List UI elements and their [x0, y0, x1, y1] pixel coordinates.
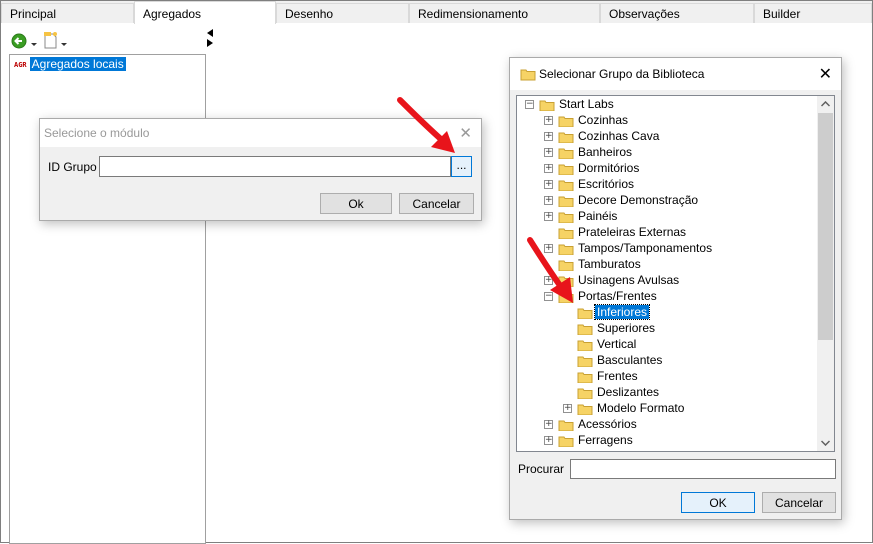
folder-icon	[558, 148, 574, 159]
new-document-icon[interactable]	[43, 31, 59, 52]
tree-node-label: Dormitórios	[578, 161, 640, 175]
folder-icon	[577, 404, 593, 415]
collapse-icon[interactable]: −	[525, 100, 534, 109]
folder-icon	[577, 388, 593, 399]
id-group-label: ID Grupo	[48, 160, 97, 174]
tree-node-label: Ferragens	[578, 433, 633, 447]
red-annotation-arrow	[397, 97, 455, 153]
expand-icon[interactable]: +	[544, 148, 553, 157]
tab-desenho[interactable]: Desenho	[276, 3, 409, 23]
tree-node-label: Banheiros	[578, 145, 633, 159]
tree-node[interactable]: + Dormitórios	[517, 161, 817, 177]
expand-icon[interactable]: +	[544, 436, 553, 445]
tree-node[interactable]: + Cozinhas Cava	[517, 129, 817, 145]
folder-icon	[577, 372, 593, 383]
folder-icon	[558, 132, 574, 143]
tree-node-label: Superiores	[597, 321, 656, 335]
dropdown-arrow-icon[interactable]	[61, 37, 67, 51]
folder-icon	[558, 196, 574, 207]
expand-icon[interactable]: +	[544, 180, 553, 189]
tree-node-label: Cozinhas Cava	[578, 129, 660, 143]
scrollbar-thumb[interactable]	[818, 113, 833, 340]
folder-icon	[520, 68, 536, 84]
folder-icon	[577, 356, 593, 367]
tree-node-label: Vertical	[597, 337, 637, 351]
splitter-arrows[interactable]	[205, 29, 217, 49]
tree-node[interactable]: Vertical	[517, 337, 817, 353]
tree-node[interactable]: − Start Labs	[517, 97, 817, 113]
expand-icon[interactable]: +	[544, 164, 553, 173]
agr-tag: AGR	[14, 60, 27, 69]
tree-node-label: Decore Demonstração	[578, 193, 699, 207]
expand-icon[interactable]: +	[544, 196, 553, 205]
tree-node[interactable]: + Modelo Formato	[517, 401, 817, 417]
tree-node[interactable]: Basculantes	[517, 353, 817, 369]
folder-icon	[558, 164, 574, 175]
expand-icon[interactable]: +	[544, 132, 553, 141]
folder-icon	[539, 100, 555, 111]
search-label: Procurar	[518, 462, 565, 476]
folder-icon	[558, 436, 574, 447]
back-arrow-icon[interactable]	[11, 33, 27, 52]
expand-icon[interactable]: +	[563, 404, 572, 413]
tree-node[interactable]: + Cozinhas	[517, 113, 817, 129]
tree-node-label: Escritórios	[578, 177, 635, 191]
tree-node-label: Painéis	[578, 209, 618, 223]
tree-node[interactable]: Deslizantes	[517, 385, 817, 401]
toolbar	[9, 31, 69, 51]
local-aggregates-item[interactable]: AGR Agregados locais	[14, 57, 126, 71]
tree-node-label: Start Labs	[559, 97, 614, 111]
folder-icon	[577, 340, 593, 351]
ok-button[interactable]: Ok	[320, 193, 392, 214]
tree-node[interactable]: + Ferragens	[517, 433, 817, 449]
tree-node-label: Deslizantes	[597, 385, 660, 399]
tree-node-label: Usinagens Avulsas	[578, 273, 680, 287]
folder-icon	[558, 180, 574, 191]
tab-bar: Principal Agregados Desenho Redimensiona…	[1, 1, 872, 24]
tree-node-label: Tampos/Tamponamentos	[578, 241, 713, 255]
local-aggregates-label: Agregados locais	[29, 57, 126, 71]
tree-node-label: Inferiores	[593, 304, 651, 320]
tree-node-label: Portas/Frentes	[578, 289, 657, 303]
search-input[interactable]	[570, 459, 836, 479]
tab-builder[interactable]: Builder	[754, 3, 872, 23]
tree-node[interactable]: + Escritórios	[517, 177, 817, 193]
tree-node-label: Frentes	[597, 369, 638, 383]
tab-observacoes[interactable]: Observações	[600, 3, 754, 23]
tree-node[interactable]: + Acessórios	[517, 417, 817, 433]
folder-icon	[558, 116, 574, 127]
tab-redimensionamento[interactable]: Redimensionamento	[409, 3, 600, 23]
expand-icon[interactable]: +	[544, 420, 553, 429]
dropdown-arrow-icon[interactable]	[31, 37, 37, 51]
tree-node-label: Basculantes	[597, 353, 663, 367]
tree-node[interactable]: Frentes	[517, 369, 817, 385]
folder-icon	[558, 420, 574, 431]
tab-agregados[interactable]: Agregados	[134, 1, 276, 24]
folder-icon	[558, 212, 574, 223]
dialog-title: Selecionar Grupo da Biblioteca	[510, 58, 841, 90]
tree-node[interactable]: + Banheiros	[517, 145, 817, 161]
tree-node-label: Acessórios	[578, 417, 637, 431]
close-icon[interactable]: ✕	[819, 64, 832, 84]
tree-node-label: Prateleiras Externas	[578, 225, 687, 239]
folder-icon	[577, 324, 593, 335]
red-annotation-arrow	[527, 237, 573, 303]
tree-node[interactable]: + Painéis	[517, 209, 817, 225]
cancel-button[interactable]: Cancelar	[399, 193, 474, 214]
tree-node[interactable]: Superiores	[517, 321, 817, 337]
expand-icon[interactable]: +	[544, 212, 553, 221]
ok-button[interactable]: OK	[681, 492, 755, 513]
tree-node-label: Cozinhas	[578, 113, 629, 127]
tab-principal[interactable]: Principal	[1, 3, 134, 23]
tree-node[interactable]: + Decore Demonstração	[517, 193, 817, 209]
cancel-button[interactable]: Cancelar	[762, 492, 836, 513]
tree-node-label: Tamburatos	[578, 257, 641, 271]
expand-icon[interactable]: +	[544, 116, 553, 125]
tree-node-label: Modelo Formato	[597, 401, 685, 415]
